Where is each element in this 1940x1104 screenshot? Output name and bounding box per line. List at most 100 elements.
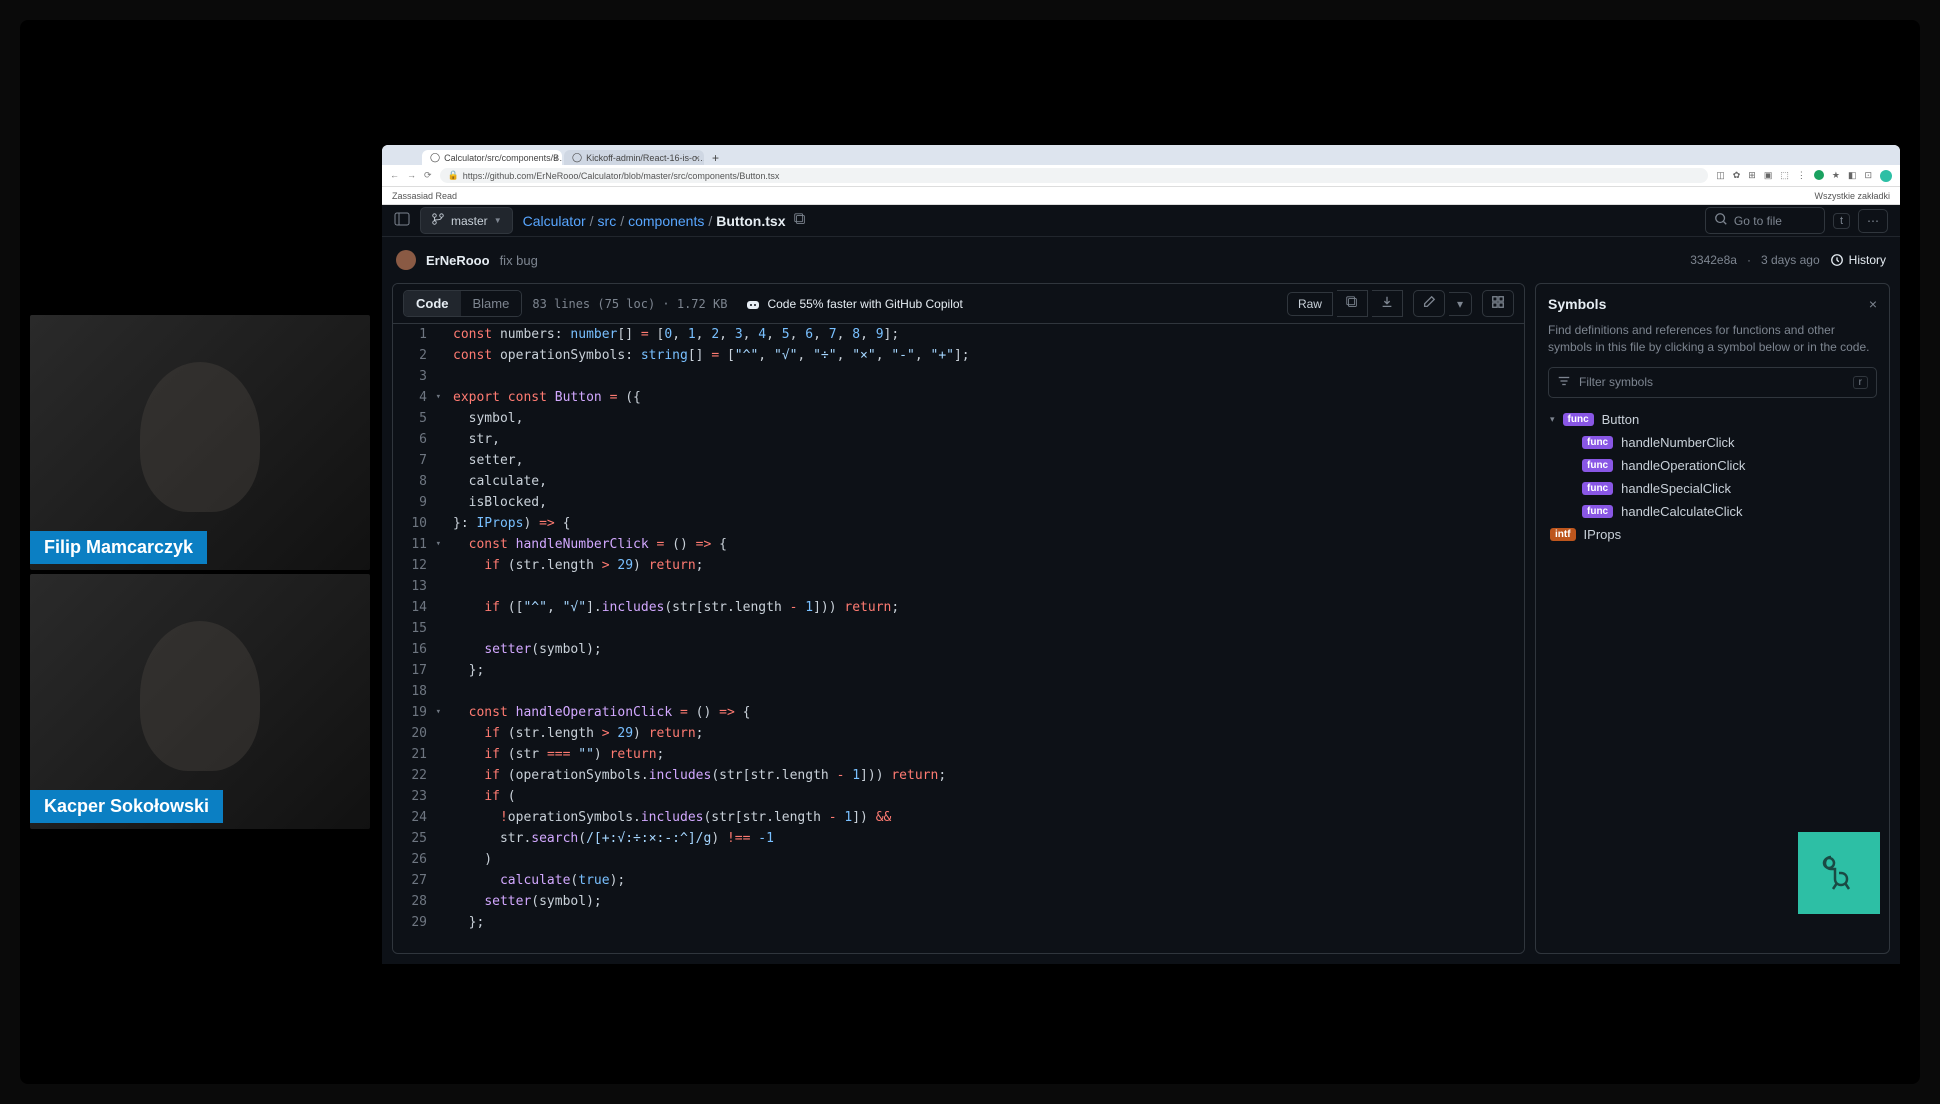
line-number[interactable]: 6: [393, 429, 443, 450]
ext-icon[interactable]: ▣: [1764, 170, 1773, 182]
line-number[interactable]: 4▾: [393, 387, 443, 408]
code-line[interactable]: 4▾export const Button = ({: [393, 387, 1524, 408]
edit-icon[interactable]: [1413, 290, 1445, 317]
fold-icon[interactable]: ▾: [436, 534, 441, 555]
symbol-item[interactable]: intfIProps: [1548, 523, 1877, 546]
bookmark-overflow[interactable]: Wszystkie zakładki: [1814, 191, 1890, 201]
line-number[interactable]: 14: [393, 597, 443, 618]
copilot-banner[interactable]: Code 55% faster with GitHub Copilot: [745, 296, 962, 312]
code-line[interactable]: 25 str.search(/[+:√:÷:×:-:^]/g) !== -1: [393, 828, 1524, 849]
line-number[interactable]: 15: [393, 618, 443, 639]
breadcrumb-dir[interactable]: components: [628, 213, 704, 229]
symbol-item[interactable]: ▾funcButton: [1548, 408, 1877, 431]
code-line[interactable]: 23 if (: [393, 786, 1524, 807]
reload-icon[interactable]: ⟳: [424, 170, 432, 181]
close-icon[interactable]: ×: [1869, 296, 1877, 312]
line-number[interactable]: 20: [393, 723, 443, 744]
line-number[interactable]: 18: [393, 681, 443, 702]
fold-icon[interactable]: ▾: [436, 702, 441, 723]
code-line[interactable]: 2const operationSymbols: string[] = ["^"…: [393, 345, 1524, 366]
new-tab-button[interactable]: +: [706, 151, 725, 165]
url-input[interactable]: 🔒 https://github.com/ErNeRooo/Calculator…: [440, 168, 1709, 183]
code-line[interactable]: 1const numbers: number[] = [0, 1, 2, 3, …: [393, 324, 1524, 345]
code-line[interactable]: 10}: IProps) => {: [393, 513, 1524, 534]
symbols-toggle-icon[interactable]: [1482, 290, 1514, 317]
breadcrumb-repo[interactable]: Calculator: [523, 213, 586, 229]
browser-tab-inactive[interactable]: ◯ Kickoff-admin/React-16-is-o… ×: [564, 150, 704, 165]
line-number[interactable]: 11▾: [393, 534, 443, 555]
symbol-item[interactable]: funchandleSpecialClick: [1548, 477, 1877, 500]
ext-icon[interactable]: ◧: [1848, 170, 1857, 182]
line-number[interactable]: 22: [393, 765, 443, 786]
history-link[interactable]: History: [1830, 253, 1886, 267]
line-number[interactable]: 3: [393, 366, 443, 387]
line-number[interactable]: 24: [393, 807, 443, 828]
code-line[interactable]: 6 str,: [393, 429, 1524, 450]
more-actions-button[interactable]: ⋯: [1858, 209, 1888, 233]
code-line[interactable]: 24 !operationSymbols.includes(str[str.le…: [393, 807, 1524, 828]
code-line[interactable]: 3: [393, 366, 1524, 387]
branch-selector[interactable]: master ▼: [420, 207, 513, 234]
download-icon[interactable]: [1372, 290, 1403, 317]
code-line[interactable]: 28 setter(symbol);: [393, 891, 1524, 912]
code-line[interactable]: 18: [393, 681, 1524, 702]
file-tree-toggle-icon[interactable]: [394, 211, 410, 230]
code-line[interactable]: 11▾ const handleNumberClick = () => {: [393, 534, 1524, 555]
ext-icon[interactable]: ◫: [1716, 170, 1725, 182]
line-number[interactable]: 5: [393, 408, 443, 429]
commit-sha[interactable]: 3342e8a: [1690, 253, 1737, 267]
ext-icon[interactable]: ⊡: [1864, 170, 1872, 182]
commit-author[interactable]: ErNeRooo: [426, 253, 490, 268]
author-avatar[interactable]: [396, 250, 416, 270]
fold-icon[interactable]: ▾: [436, 387, 441, 408]
code-line[interactable]: 21 if (str === "") return;: [393, 744, 1524, 765]
ext-icon[interactable]: ★: [1832, 170, 1840, 182]
code-line[interactable]: 26 ): [393, 849, 1524, 870]
line-number[interactable]: 10: [393, 513, 443, 534]
code-line[interactable]: 17 };: [393, 660, 1524, 681]
profile-avatar-icon[interactable]: [1880, 170, 1892, 182]
code-line[interactable]: 9 isBlocked,: [393, 492, 1524, 513]
tab-code[interactable]: Code: [404, 291, 461, 316]
line-number[interactable]: 25: [393, 828, 443, 849]
line-number[interactable]: 21: [393, 744, 443, 765]
line-number[interactable]: 26: [393, 849, 443, 870]
line-number[interactable]: 13: [393, 576, 443, 597]
ext-icon[interactable]: ⋮: [1797, 170, 1806, 182]
code-line[interactable]: 16 setter(symbol);: [393, 639, 1524, 660]
raw-button[interactable]: Raw: [1287, 292, 1333, 316]
line-number[interactable]: 12: [393, 555, 443, 576]
ext-icon[interactable]: ⬚: [1780, 170, 1789, 182]
goto-file-input[interactable]: Go to file: [1705, 207, 1825, 234]
chevron-down-icon[interactable]: ▾: [1550, 414, 1555, 425]
code-line[interactable]: 12 if (str.length > 29) return;: [393, 555, 1524, 576]
line-number[interactable]: 16: [393, 639, 443, 660]
ext-icon[interactable]: ✿: [1733, 170, 1741, 182]
line-number[interactable]: 28: [393, 891, 443, 912]
tab-blame[interactable]: Blame: [461, 291, 522, 316]
code-body[interactable]: 1const numbers: number[] = [0, 1, 2, 3, …: [393, 324, 1524, 953]
code-line[interactable]: 22 if (operationSymbols.includes(str[str…: [393, 765, 1524, 786]
symbol-item[interactable]: funchandleNumberClick: [1548, 431, 1877, 454]
code-line[interactable]: 15: [393, 618, 1524, 639]
browser-tab-active[interactable]: ◯ Calculator/src/components/B… ×: [422, 150, 562, 165]
symbol-item[interactable]: funchandleCalculateClick: [1548, 500, 1877, 523]
code-line[interactable]: 19▾ const handleOperationClick = () => {: [393, 702, 1524, 723]
code-line[interactable]: 27 calculate(true);: [393, 870, 1524, 891]
code-line[interactable]: 8 calculate,: [393, 471, 1524, 492]
symbol-item[interactable]: funchandleOperationClick: [1548, 454, 1877, 477]
line-number[interactable]: 1: [393, 324, 443, 345]
symbols-filter-input[interactable]: Filter symbols r: [1548, 367, 1877, 398]
line-number[interactable]: 7: [393, 450, 443, 471]
line-number[interactable]: 17: [393, 660, 443, 681]
code-line[interactable]: 7 setter,: [393, 450, 1524, 471]
forward-icon[interactable]: →: [407, 170, 416, 181]
edit-dropdown-icon[interactable]: ▾: [1449, 292, 1472, 316]
close-tab-icon[interactable]: ×: [553, 153, 558, 163]
line-number[interactable]: 27: [393, 870, 443, 891]
line-number[interactable]: 19▾: [393, 702, 443, 723]
line-number[interactable]: 23: [393, 786, 443, 807]
copy-raw-icon[interactable]: [1337, 290, 1368, 317]
line-number[interactable]: 8: [393, 471, 443, 492]
breadcrumb-dir[interactable]: src: [598, 213, 617, 229]
